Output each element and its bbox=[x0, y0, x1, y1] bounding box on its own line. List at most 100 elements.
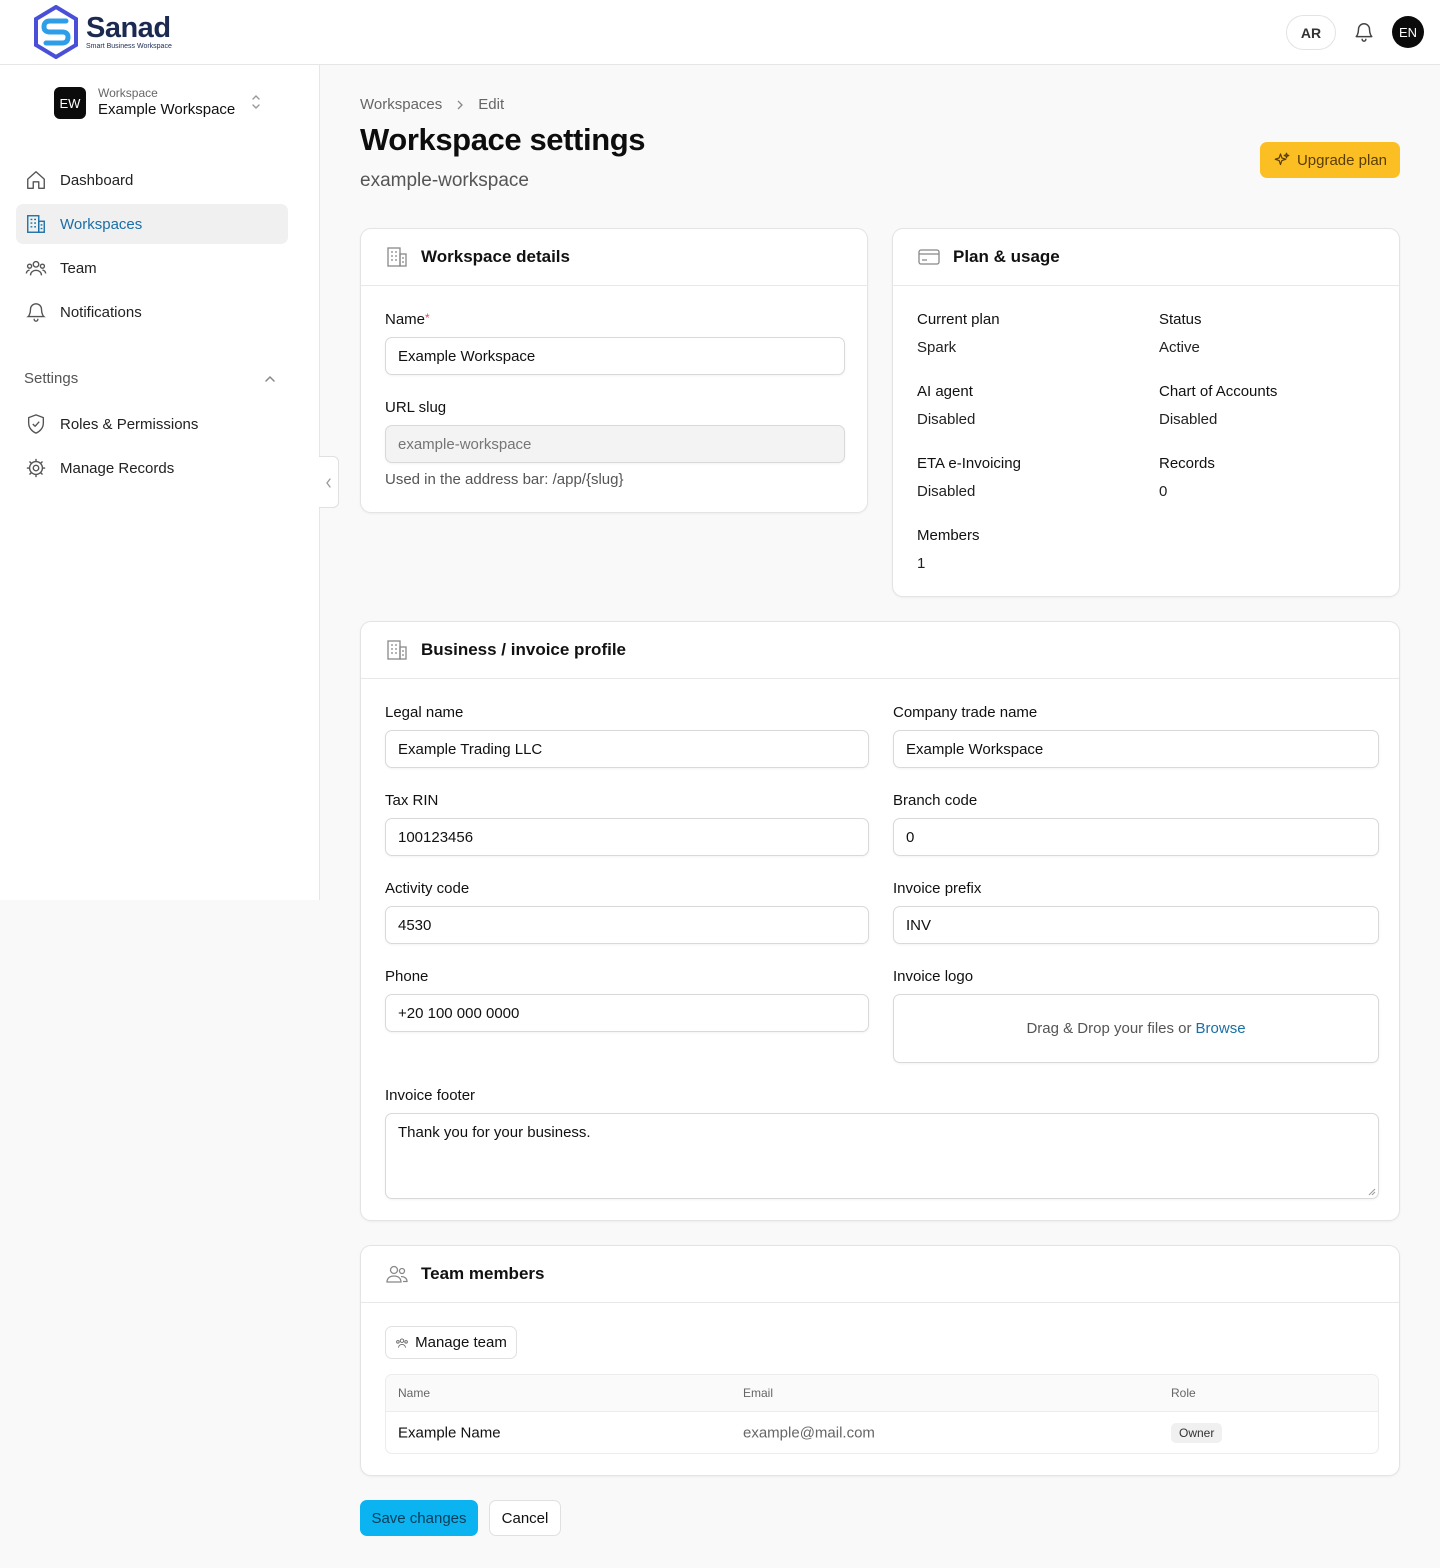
legal-name-input[interactable] bbox=[385, 730, 869, 768]
ai-agent-label: AI agent bbox=[917, 383, 973, 400]
upgrade-plan-label: Upgrade plan bbox=[1296, 151, 1388, 169]
card-title: Plan & usage bbox=[953, 247, 1060, 266]
column-header-role[interactable]: Role bbox=[1171, 1386, 1196, 1400]
page-subtitle: example-workspace bbox=[360, 170, 529, 191]
sidebar-item-label: Team bbox=[60, 259, 97, 277]
chevron-up-down-icon bbox=[252, 95, 260, 109]
upgrade-plan-button[interactable]: Upgrade plan bbox=[1260, 142, 1400, 178]
breadcrumb-workspaces-link[interactable]: Workspaces bbox=[360, 96, 442, 113]
phone-input[interactable] bbox=[385, 994, 869, 1032]
sidebar-item-label: Notifications bbox=[60, 303, 142, 321]
top-bar: Sanad Smart Business Workspace AR EN bbox=[0, 0, 1440, 65]
users-icon bbox=[386, 1265, 408, 1283]
building-icon bbox=[387, 247, 407, 267]
invoice-logo-dropzone[interactable]: Drag & Drop your files or Browse bbox=[893, 994, 1379, 1063]
sidebar-item-manage-records[interactable]: Manage Records bbox=[16, 448, 288, 488]
save-changes-button[interactable]: Save changes bbox=[360, 1500, 478, 1536]
card-header: Team members bbox=[361, 1246, 1399, 1303]
sidebar-item-label: Workspaces bbox=[60, 215, 143, 233]
browse-link[interactable]: Browse bbox=[1196, 1020, 1246, 1037]
workspace-name-input[interactable] bbox=[385, 337, 845, 375]
credit-card-icon bbox=[918, 249, 940, 265]
invoice-prefix-label: Invoice prefix bbox=[893, 880, 982, 897]
manage-team-button[interactable]: Manage team bbox=[385, 1326, 517, 1359]
invoice-prefix-input[interactable] bbox=[893, 906, 1379, 944]
card-header: Plan & usage bbox=[893, 229, 1399, 286]
sidebar-item-label: Dashboard bbox=[60, 171, 134, 189]
building-icon bbox=[387, 640, 407, 660]
workspace-switcher[interactable]: EW Workspace Example Workspace bbox=[54, 85, 274, 121]
workspace-label: Workspace bbox=[98, 86, 158, 100]
invoice-footer-label: Invoice footer bbox=[385, 1087, 476, 1104]
card-title: Team members bbox=[421, 1264, 545, 1283]
breadcrumb: Workspaces Edit bbox=[360, 96, 504, 113]
plan-usage-card: Plan & usage Current plan Spark Status A… bbox=[892, 228, 1400, 597]
table-row[interactable]: Example Name example@mail.com Owner bbox=[386, 1412, 1378, 1453]
sidebar-item-label: Manage Records bbox=[60, 459, 175, 477]
tax-rin-input[interactable] bbox=[385, 818, 869, 856]
chevron-up-icon bbox=[265, 375, 275, 382]
workspace-avatar: EW bbox=[54, 87, 86, 119]
settings-section-label: Settings bbox=[24, 370, 79, 387]
settings-section-toggle[interactable]: Settings bbox=[24, 370, 276, 387]
invoice-footer-textarea[interactable]: Thank you for your business. bbox=[385, 1113, 1379, 1199]
activity-code-input[interactable] bbox=[385, 906, 869, 944]
sidebar-item-notifications[interactable]: Notifications bbox=[16, 292, 288, 332]
table-header: Name Email Role bbox=[386, 1375, 1378, 1412]
brand-tagline: Smart Business Workspace bbox=[86, 43, 172, 50]
users-icon bbox=[25, 260, 47, 276]
brand-logo[interactable]: Sanad Smart Business Workspace bbox=[32, 5, 172, 59]
trade-name-input[interactable] bbox=[893, 730, 1379, 768]
sidebar-item-workspaces[interactable]: Workspaces bbox=[16, 204, 288, 244]
invoice-logo-label: Invoice logo bbox=[893, 968, 974, 985]
chevron-left-icon bbox=[326, 478, 331, 488]
card-header: Workspace details bbox=[361, 229, 867, 286]
url-slug-hint: Used in the address bar: /app/{slug} bbox=[385, 471, 624, 488]
team-members-card: Team members Manage team Name Email Role… bbox=[360, 1245, 1400, 1476]
phone-label: Phone bbox=[385, 968, 429, 985]
manage-team-label: Manage team bbox=[415, 1334, 507, 1351]
name-field-label: Name* bbox=[385, 311, 430, 328]
members-label: Members bbox=[917, 527, 980, 544]
business-profile-card: Business / invoice profile Legal name Co… bbox=[360, 621, 1400, 1221]
chart-of-accounts-value: Disabled bbox=[1159, 411, 1218, 428]
sidebar-item-roles-permissions[interactable]: Roles & Permissions bbox=[16, 404, 288, 444]
users-icon bbox=[396, 1337, 408, 1348]
sidebar-item-dashboard[interactable]: Dashboard bbox=[16, 160, 288, 200]
language-button[interactable]: AR bbox=[1286, 15, 1336, 50]
home-icon bbox=[27, 171, 45, 189]
sidebar-collapse-button[interactable] bbox=[319, 456, 339, 508]
sidebar-item-team[interactable]: Team bbox=[16, 248, 288, 288]
shield-check-icon bbox=[27, 414, 45, 434]
sidebar-item-label: Roles & Permissions bbox=[60, 415, 199, 433]
current-plan-label: Current plan bbox=[917, 311, 1000, 328]
branch-code-label: Branch code bbox=[893, 792, 978, 809]
bell-icon bbox=[26, 303, 46, 322]
card-header: Business / invoice profile bbox=[361, 622, 1399, 679]
user-avatar[interactable]: EN bbox=[1392, 16, 1424, 48]
sidebar: EW Workspace Example Workspace Dashboard… bbox=[0, 65, 320, 900]
building-icon bbox=[27, 215, 45, 233]
notifications-bell-icon[interactable] bbox=[1353, 21, 1375, 43]
legal-name-label: Legal name bbox=[385, 704, 464, 721]
workspace-details-card: Workspace details Name* URL slug Used in… bbox=[360, 228, 868, 513]
card-title: Business / invoice profile bbox=[421, 640, 627, 659]
breadcrumb-current: Edit bbox=[478, 96, 505, 113]
ai-agent-value: Disabled bbox=[917, 411, 976, 428]
current-plan-value: Spark bbox=[917, 339, 957, 356]
team-members-table: Name Email Role Example Name example@mai… bbox=[385, 1374, 1379, 1454]
resize-handle-icon[interactable] bbox=[1368, 1188, 1376, 1196]
role-badge: Owner bbox=[1171, 1423, 1223, 1443]
invoice-footer-text: Thank you for your business. bbox=[398, 1124, 591, 1141]
branch-code-input[interactable] bbox=[893, 818, 1379, 856]
cancel-button[interactable]: Cancel bbox=[489, 1500, 561, 1536]
column-header-email[interactable]: Email bbox=[743, 1386, 773, 1400]
column-header-name[interactable]: Name bbox=[398, 1386, 430, 1400]
chevron-right-icon bbox=[457, 100, 464, 109]
records-value: 0 bbox=[1159, 483, 1168, 500]
member-name: Example Name bbox=[398, 1424, 501, 1442]
member-email: example@mail.com bbox=[743, 1424, 875, 1442]
url-slug-label: URL slug bbox=[385, 399, 447, 416]
tax-rin-label: Tax RIN bbox=[385, 792, 439, 809]
dropzone-text: Drag & Drop your files or bbox=[1026, 1020, 1192, 1037]
